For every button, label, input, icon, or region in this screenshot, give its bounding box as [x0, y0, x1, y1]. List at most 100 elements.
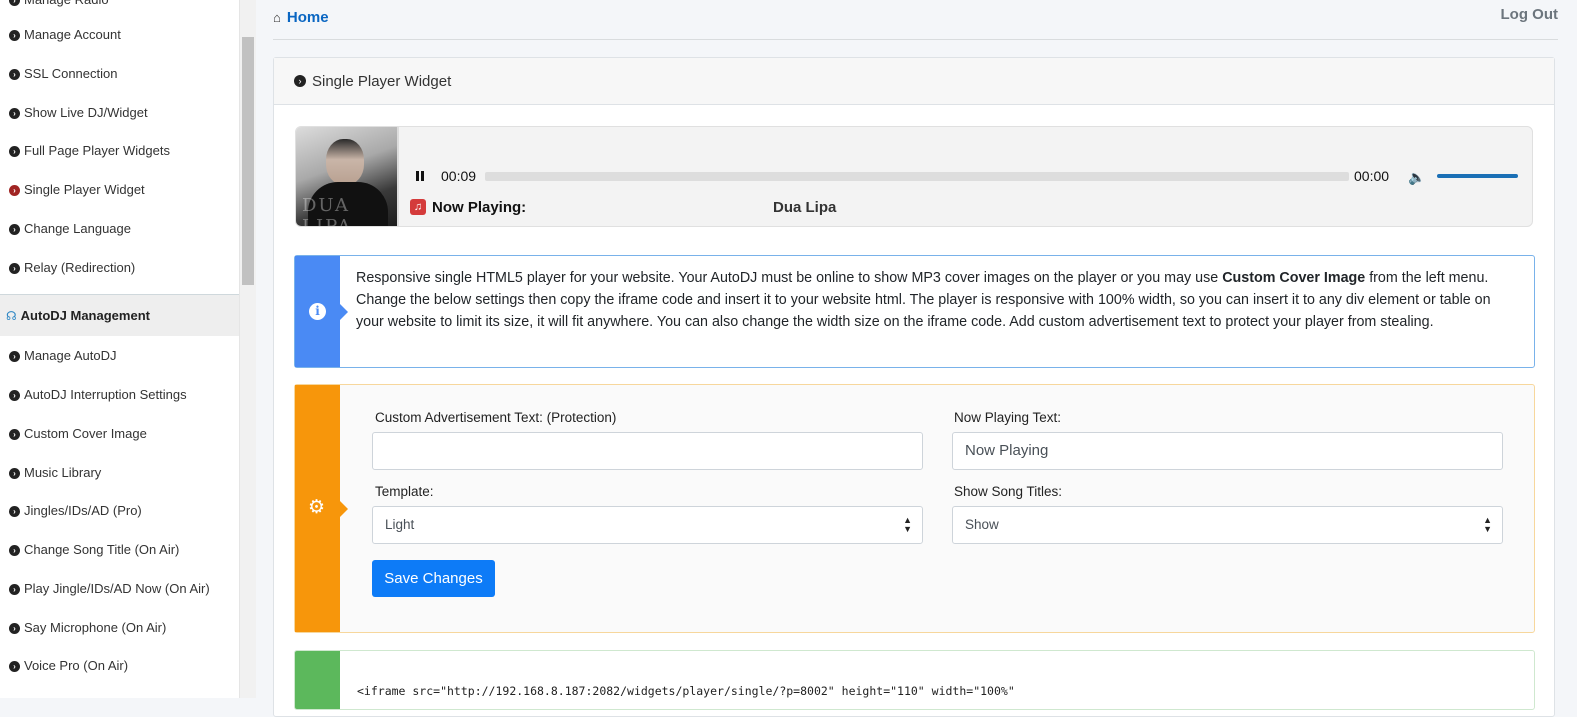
sidebar-item-label: Manage Radio [24, 0, 109, 10]
template-select[interactable]: Light ▲ ▼ [372, 506, 923, 544]
sidebar-item-change-language[interactable]: › Change Language [9, 219, 131, 239]
sidebar-item-label: Change Language [24, 221, 131, 236]
sort-caret-icon: ▲ ▼ [903, 515, 912, 534]
music-note-icon: ♫ [410, 199, 426, 215]
sidebar-item-music-library[interactable]: › Music Library [9, 463, 101, 483]
arrow-circle-icon: › [9, 467, 20, 479]
ad-text-input[interactable] [372, 432, 923, 470]
sidebar-item-say-microphone[interactable]: › Say Microphone (On Air) [9, 618, 166, 638]
sidebar-scrollbar[interactable] [240, 0, 256, 698]
scrollbar-thumb[interactable] [242, 37, 254, 285]
arrow-circle-icon: › [9, 184, 20, 196]
card-header: › Single Player Widget [274, 58, 1554, 105]
sidebar-item-label: SSL Connection [24, 66, 118, 81]
iframe-code[interactable]: <iframe src="http://192.168.8.187:2082/w… [357, 684, 1015, 698]
volume-level [1437, 174, 1518, 178]
now-playing-text-label: Now Playing Text: [954, 410, 1062, 425]
cover-image: DUA LIPA [296, 127, 399, 226]
sidebar-item-play-jingle[interactable]: › Play Jingle/IDs/AD Now (On Air) [9, 579, 210, 599]
home-label: Home [286, 9, 329, 26]
sidebar-section-autodj[interactable]: ☊ AutoDJ Management [0, 294, 239, 336]
arrow-circle-icon: › [9, 544, 20, 556]
current-time: 00:09 [441, 168, 477, 184]
sidebar-item-manage-radio[interactable]: › Manage Radio [9, 0, 109, 10]
show-titles-value: Show [965, 517, 999, 532]
now-playing-label: Now Playing: [432, 199, 527, 216]
arrow-circle-icon: › [9, 145, 20, 157]
sidebar-item-full-page-player[interactable]: › Full Page Player Widgets [9, 141, 170, 161]
custom-cover-link-text: Custom Cover Image [1222, 270, 1366, 286]
arrow-circle-icon: › [9, 660, 20, 672]
arrow-circle-icon: › [9, 583, 20, 595]
sidebar-item-jingles[interactable]: › Jingles/IDs/AD (Pro) [9, 501, 142, 521]
info-callout: i Responsive single HTML5 player for you… [294, 255, 1535, 368]
sidebar-item-label: Full Page Player Widgets [24, 143, 170, 158]
sidebar-item-single-player-widget[interactable]: › Single Player Widget [9, 180, 145, 200]
sidebar-item-label: Custom Cover Image [24, 426, 147, 441]
arrow-circle-icon: › [9, 29, 20, 41]
sidebar-item-voice-pro[interactable]: › Voice Pro (On Air) [9, 656, 128, 676]
sidebar-item-label: AutoDJ Interruption Settings [24, 387, 187, 402]
player-preview: DUA LIPA 00:09 00:00 🔈 ♫ Now Playing: Du… [295, 126, 1533, 227]
show-titles-label: Show Song Titles: [954, 484, 1063, 499]
sidebar-item-manage-autodj[interactable]: › Manage AutoDJ [9, 346, 117, 366]
info-icon: i [309, 303, 326, 320]
arrow-circle-icon: › [9, 262, 20, 274]
sidebar-item-label: Jingles/IDs/AD (Pro) [24, 503, 142, 518]
arrow-circle-icon: › [9, 428, 20, 440]
template-value: Light [385, 517, 415, 532]
sidebar-item-custom-cover[interactable]: › Custom Cover Image [9, 424, 147, 444]
home-link[interactable]: ⌂ Home [273, 9, 329, 26]
arrow-circle-icon: › [9, 0, 20, 6]
embed-code-box: <iframe src="http://192.168.8.187:2082/w… [294, 650, 1535, 710]
sidebar-section-title: AutoDJ Management [20, 308, 150, 323]
now-playing-text-input[interactable]: Now Playing [952, 432, 1503, 470]
sidebar-item-label: Play Jingle/IDs/AD Now (On Air) [24, 581, 210, 596]
sidebar-item-show-live-dj[interactable]: › Show Live DJ/Widget [9, 103, 148, 123]
info-text: Responsive single HTML5 player for your … [356, 268, 1516, 333]
sidebar-item-relay[interactable]: › Relay (Redirection) [9, 258, 135, 278]
sidebar-item-label: Change Song Title (On Air) [24, 542, 180, 557]
card-title: Single Player Widget [312, 72, 452, 90]
total-time: 00:00 [1354, 168, 1390, 184]
arrow-circle-icon: › [9, 350, 20, 362]
form-side: ⚙ [295, 385, 348, 632]
sidebar-item-autodj-interruption[interactable]: › AutoDJ Interruption Settings [9, 385, 187, 405]
arrow-circle-icon: › [9, 223, 20, 235]
sidebar-item-label: Voice Pro (On Air) [24, 658, 129, 673]
sidebar-item-label: Manage Account [24, 27, 121, 42]
arrow-circle-icon: › [9, 68, 20, 80]
code-side [295, 651, 340, 709]
arrow-circle-icon: › [9, 389, 20, 401]
logout-link[interactable]: Log Out [1501, 6, 1558, 23]
sort-caret-icon: ▲ ▼ [1483, 515, 1492, 534]
volume-icon[interactable]: 🔈 [1408, 169, 1425, 186]
ad-text-label: Custom Advertisement Text: (Protection) [375, 410, 617, 425]
sidebar-item-change-song-title[interactable]: › Change Song Title (On Air) [9, 540, 179, 560]
sidebar-item-label: Say Microphone (On Air) [24, 620, 167, 635]
sidebar: › Manage Radio › Manage Account › SSL Co… [0, 0, 240, 698]
sidebar-item-label: Manage AutoDJ [24, 348, 117, 363]
sidebar-item-label: Single Player Widget [24, 182, 145, 197]
arrow-circle-icon: › [9, 622, 20, 634]
sidebar-item-label: Show Live DJ/Widget [24, 105, 148, 120]
sidebar-item-ssl-connection[interactable]: › SSL Connection [9, 64, 117, 84]
volume-slider[interactable] [1437, 174, 1518, 178]
home-icon: ⌂ [273, 10, 281, 25]
settings-form: ⚙ Custom Advertisement Text: (Protection… [294, 384, 1535, 633]
callout-side: i [295, 256, 348, 367]
arrow-circle-icon: › [9, 107, 20, 119]
cover-portrait [326, 139, 364, 185]
info-text-part: Responsive single HTML5 player for your … [356, 270, 1223, 286]
progress-bar[interactable] [485, 172, 1349, 181]
save-changes-button[interactable]: Save Changes [372, 560, 495, 597]
show-titles-select[interactable]: Show ▲ ▼ [952, 506, 1503, 544]
sidebar-item-manage-account[interactable]: › Manage Account [9, 25, 121, 45]
widget-card: › Single Player Widget DUA LIPA 00:09 00… [273, 57, 1555, 717]
gear-icon: ⚙ [308, 497, 326, 518]
pause-icon[interactable] [414, 170, 426, 182]
topbar: ⌂ Home Log Out [273, 0, 1558, 40]
arrow-circle-icon: › [294, 75, 306, 87]
arrow-circle-icon: › [9, 505, 20, 517]
sidebar-item-label: Relay (Redirection) [24, 260, 136, 275]
